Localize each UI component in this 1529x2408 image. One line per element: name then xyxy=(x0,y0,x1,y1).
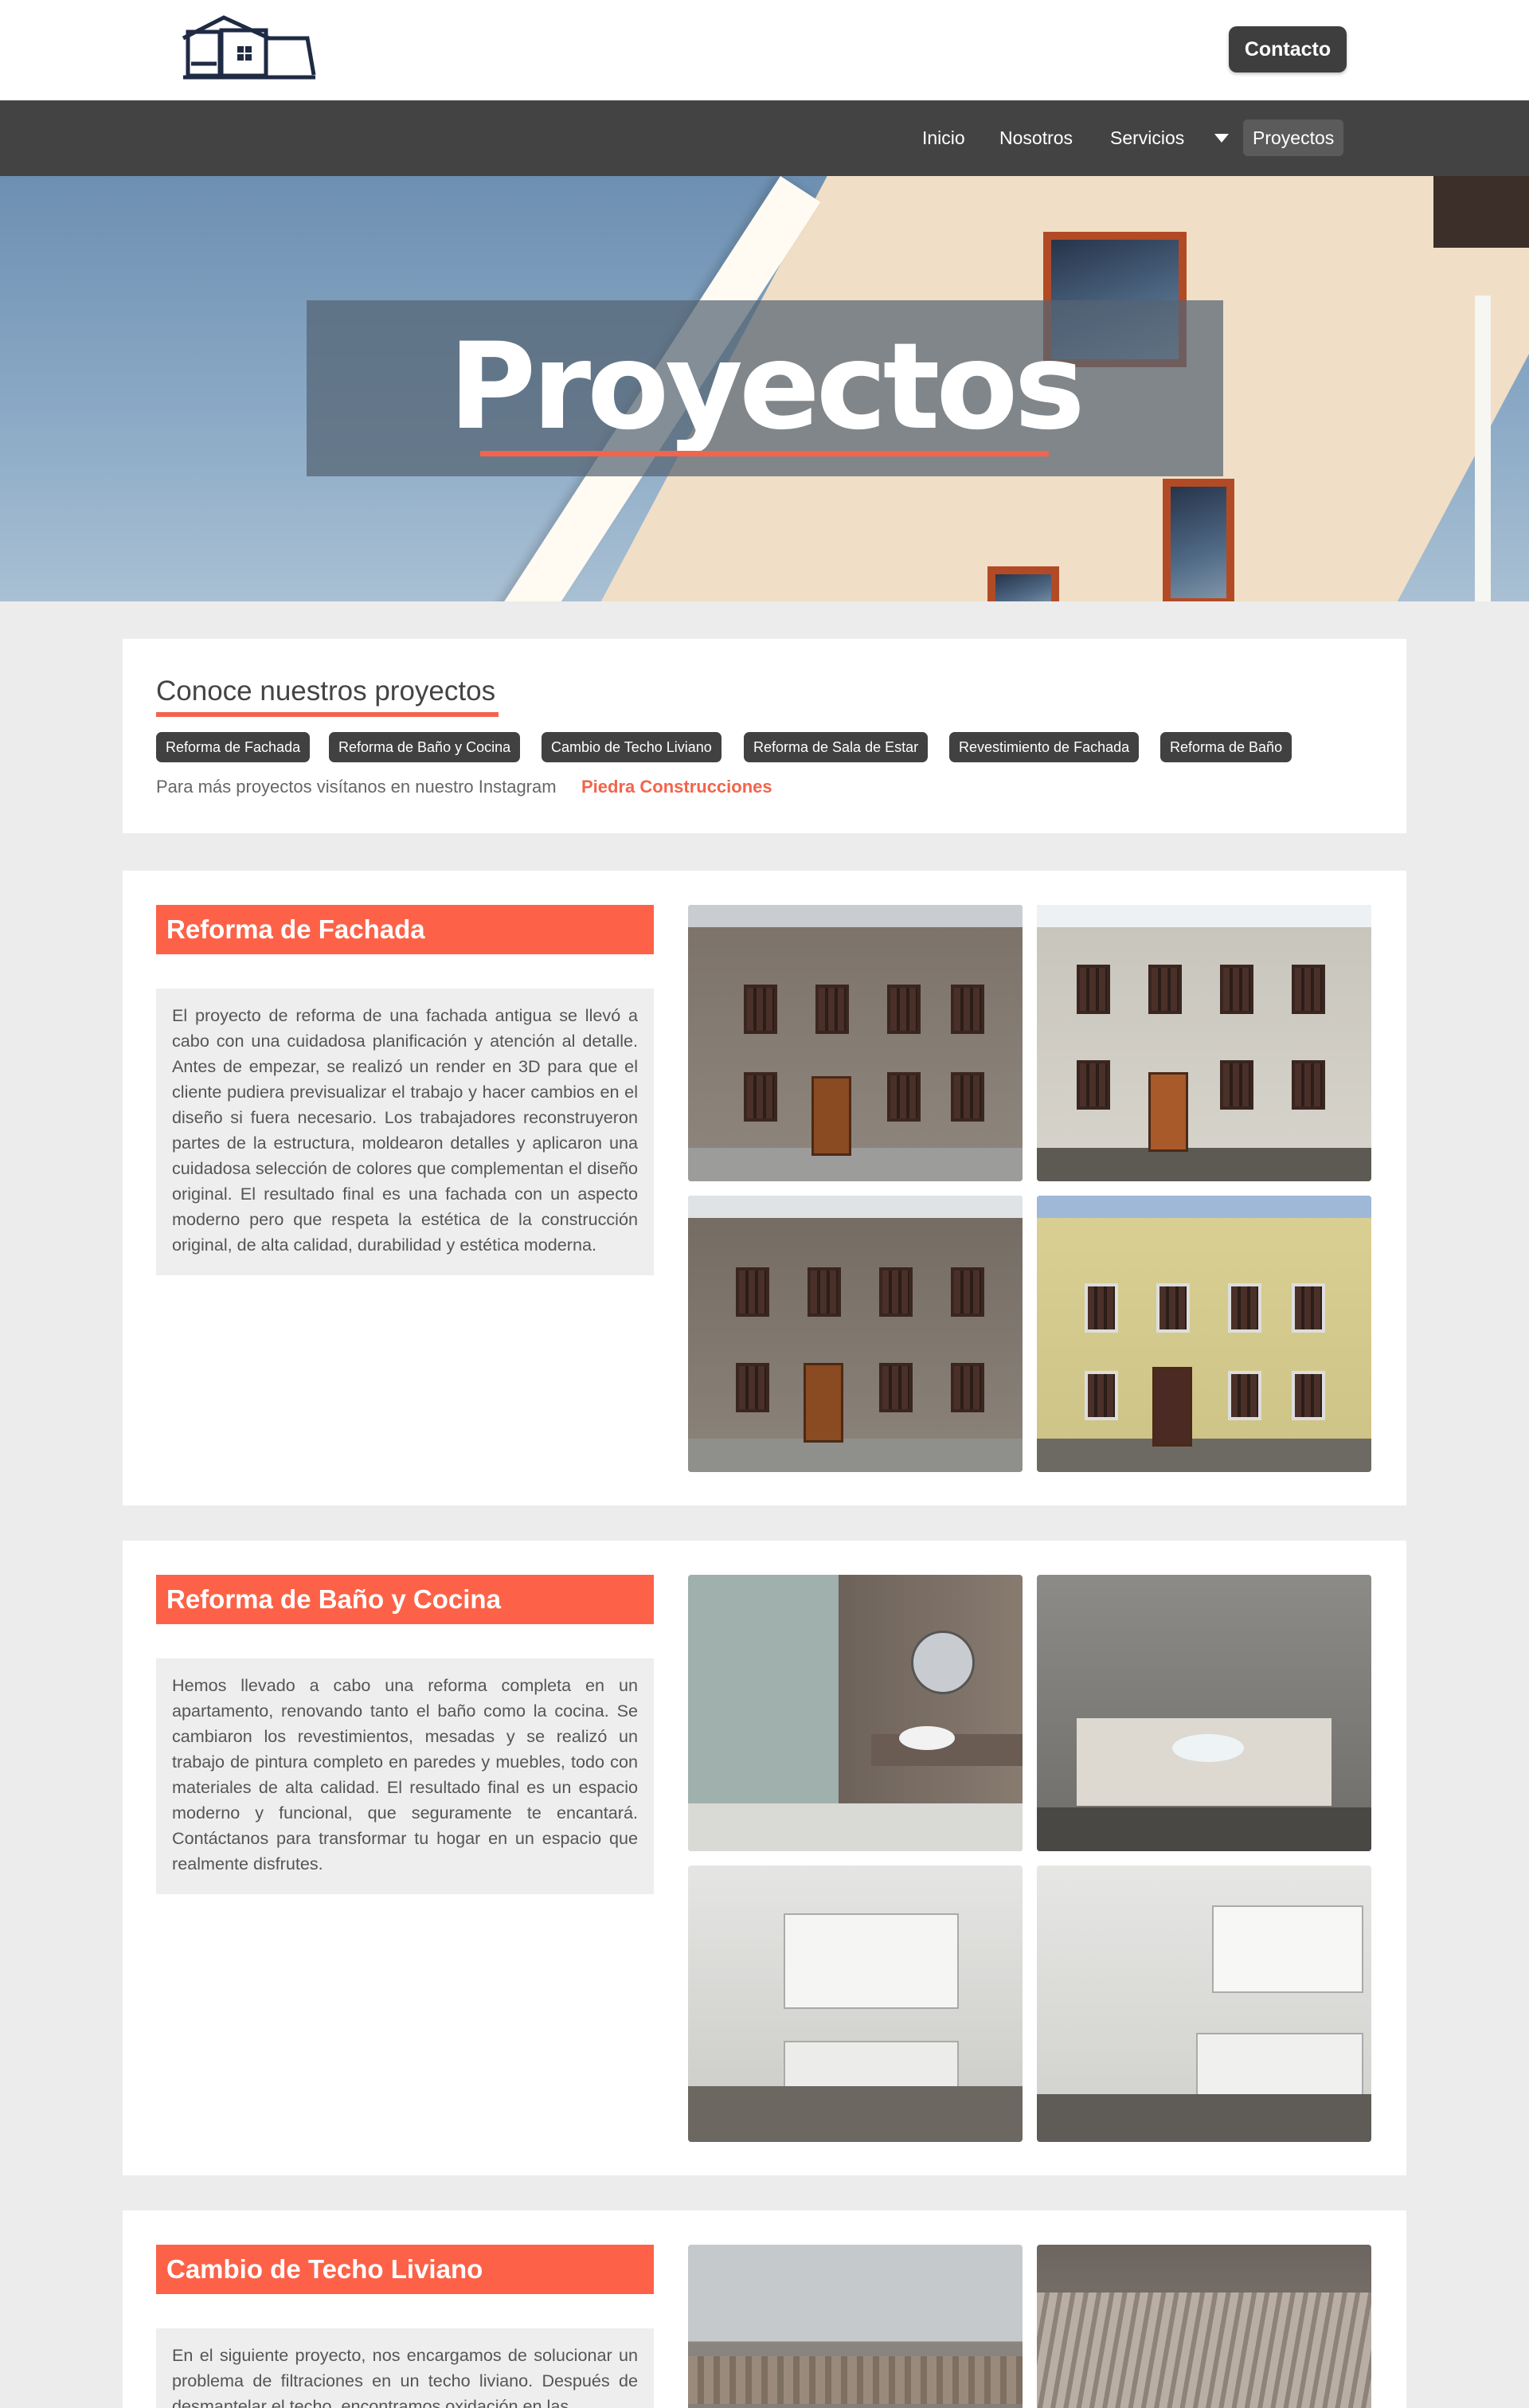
hero-window xyxy=(1163,479,1234,601)
project-title: Reforma de Fachada xyxy=(156,905,654,954)
instagram-text: Para más proyectos visítanos en nuestro … xyxy=(156,777,557,797)
tag-revestimiento-fachada[interactable]: Revestimiento de Fachada xyxy=(949,732,1140,762)
contact-button[interactable]: Contacto xyxy=(1229,26,1347,72)
project-description: En el siguiente proyecto, nos encargamos… xyxy=(156,2328,654,2408)
nav-item-inicio[interactable]: Inicio xyxy=(913,119,975,156)
project-card: Reforma de Fachada El proyecto de reform… xyxy=(123,871,1406,1505)
project-photo[interactable] xyxy=(688,1196,1023,1472)
caret-down-icon[interactable] xyxy=(1214,134,1229,143)
project-photo[interactable] xyxy=(1037,2245,1371,2408)
hero-banner: Proyectos xyxy=(0,176,1529,601)
project-photo[interactable] xyxy=(688,1866,1023,2142)
main-nav: Inicio Nosotros Servicios Proyectos xyxy=(0,100,1529,176)
tag-reforma-bano-cocina[interactable]: Reforma de Baño y Cocina xyxy=(329,732,521,762)
project-description: Hemos llevado a cabo una reforma complet… xyxy=(156,1658,654,1894)
house-logo-icon[interactable] xyxy=(180,14,317,81)
project-photo[interactable] xyxy=(688,2245,1023,2408)
tag-sala-estar[interactable]: Reforma de Sala de Estar xyxy=(744,732,929,762)
project-card: Reforma de Baño y Cocina Hemos llevado a… xyxy=(123,1541,1406,2175)
nav-item-servicios[interactable]: Servicios xyxy=(1101,119,1194,156)
hero-roof xyxy=(1433,176,1529,248)
project-photo[interactable] xyxy=(1037,1196,1371,1472)
project-title: Cambio de Techo Liviano xyxy=(156,2245,654,2294)
project-photo[interactable] xyxy=(1037,1575,1371,1851)
site-header: Contacto xyxy=(0,0,1529,100)
project-photo[interactable] xyxy=(1037,1866,1371,2142)
project-photo[interactable] xyxy=(688,905,1023,1181)
project-photo[interactable] xyxy=(688,1575,1023,1851)
project-title: Reforma de Baño y Cocina xyxy=(156,1575,654,1624)
tag-reforma-bano[interactable]: Reforma de Baño xyxy=(1160,732,1292,762)
project-description: El proyecto de reforma de una fachada an… xyxy=(156,989,654,1275)
instagram-link[interactable]: Piedra Construcciones xyxy=(581,777,772,797)
hero-window xyxy=(987,566,1059,601)
project-photo[interactable] xyxy=(1037,905,1371,1181)
project-card: Cambio de Techo Liviano En el siguiente … xyxy=(123,2210,1406,2408)
nav-item-proyectos[interactable]: Proyectos xyxy=(1243,119,1344,156)
intro-card: Conoce nuestros proyectos Reforma de Fac… xyxy=(123,639,1406,833)
intro-title: Conoce nuestros proyectos xyxy=(156,675,496,707)
title-underline xyxy=(480,451,1049,456)
intro-underline xyxy=(156,712,499,717)
nav-item-nosotros[interactable]: Nosotros xyxy=(990,119,1082,156)
hero-drainpipe xyxy=(1475,296,1491,601)
page-title: Proyectos xyxy=(448,318,1085,456)
tag-techo-liviano[interactable]: Cambio de Techo Liviano xyxy=(542,732,721,762)
tag-reforma-fachada[interactable]: Reforma de Fachada xyxy=(156,732,311,762)
